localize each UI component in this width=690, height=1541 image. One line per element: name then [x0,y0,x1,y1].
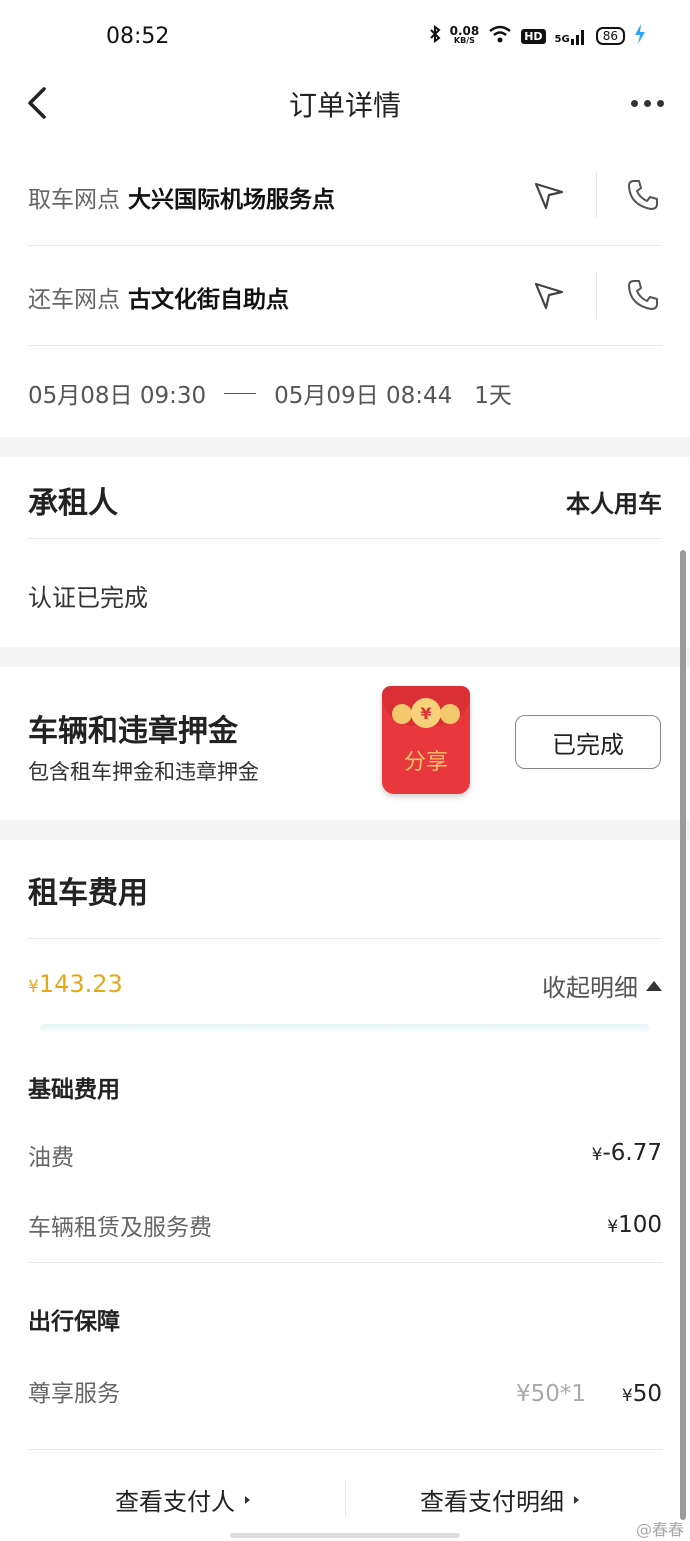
section-gap [0,647,690,667]
divider [28,1449,662,1450]
more-icon[interactable] [631,100,664,107]
collapse-label: 收起明细 [542,974,638,1002]
basic-fees-title: 基础费用 [28,1077,120,1103]
fees-title: 租车费用 [28,876,148,911]
home-indicator[interactable] [230,1533,460,1538]
rental-duration: 1天 [474,383,512,409]
fees-total: ¥143.23 [28,970,123,998]
coin-icon: ¥ [411,698,441,728]
lessee-title: 承租人 [28,486,118,521]
return-value: 古文化街自助点 [128,287,289,313]
protection-title: 出行保障 [28,1309,120,1335]
share-red-envelope[interactable]: ¥ 分享 [382,686,470,796]
fee-item-value: ¥100 [607,1212,662,1238]
net-speed: 0.08 KB/S [449,24,480,45]
fee-item-label: 油费 [28,1145,74,1171]
pickup-navigate-icon[interactable] [532,178,566,216]
footer-divider [345,1480,346,1516]
pickup-divider [596,172,597,218]
coin-icon [392,704,412,724]
hd-badge: HD [521,28,546,44]
total-amount: 143.23 [38,970,123,998]
return-row: 还车网点 古文化街自助点 [28,280,289,314]
pickup-label: 取车网点 [28,187,120,213]
charging-icon [634,24,646,48]
return-divider [596,272,597,318]
return-label: 还车网点 [28,287,120,313]
rental-period: 05月08日 09:30 05月09日 08:44 1天 [28,376,512,410]
scrollbar[interactable] [680,550,686,1520]
watermark: @春春 [635,1520,684,1539]
divider [28,938,662,939]
page-title: 订单详情 [288,89,401,122]
caret-right-icon [574,1495,579,1504]
fee-item-label: 车辆租赁及服务费 [28,1215,212,1241]
signal-icon: 5G [555,27,587,45]
total-currency: ¥ [28,977,39,997]
lessee-status: 认证已完成 [28,584,148,612]
fee-item-label: 尊享服务 [28,1381,120,1407]
lessee-type: 本人用车 [566,490,662,518]
view-payment-details-link[interactable]: 查看支付明细 [420,1482,579,1517]
status-icons: 0.08 KB/S HD 5G 86 [429,24,646,48]
collapse-details-button[interactable]: 收起明细 [542,968,662,1003]
caret-up-icon [646,980,662,991]
divider [28,1262,662,1263]
pickup-row: 取车网点 大兴国际机场服务点 [28,180,335,214]
return-phone-icon[interactable] [626,278,660,316]
fee-item-value: ¥-6.77 [591,1140,662,1166]
return-navigate-icon[interactable] [532,278,566,316]
period-dash [224,392,257,394]
details-shadow [40,1024,650,1034]
divider [28,245,662,246]
pickup-value: 大兴国际机场服务点 [128,187,335,213]
section-gap [0,437,690,457]
bluetooth-icon [429,25,441,47]
fee-item-value: ¥50 [621,1381,662,1407]
fee-item-unit: ¥50*1 [516,1381,587,1407]
divider [28,538,662,539]
section-gap [0,820,690,840]
coin-icon [440,704,460,724]
view-payer-link[interactable]: 查看支付人 [115,1482,250,1517]
wifi-icon [488,25,512,47]
pickup-phone-icon[interactable] [626,178,660,216]
share-label: 分享 [403,750,448,775]
battery-level: 86 [595,27,625,45]
rental-end: 05月09日 08:44 [274,383,453,409]
status-time: 08:52 [106,24,170,49]
deposit-subtitle: 包含租车押金和违章押金 [28,760,259,784]
rental-start: 05月08日 09:30 [28,383,207,409]
deposit-status-button[interactable]: 已完成 [515,715,661,769]
deposit-title: 车辆和违章押金 [28,714,238,749]
divider [28,345,662,346]
caret-right-icon [245,1495,250,1504]
